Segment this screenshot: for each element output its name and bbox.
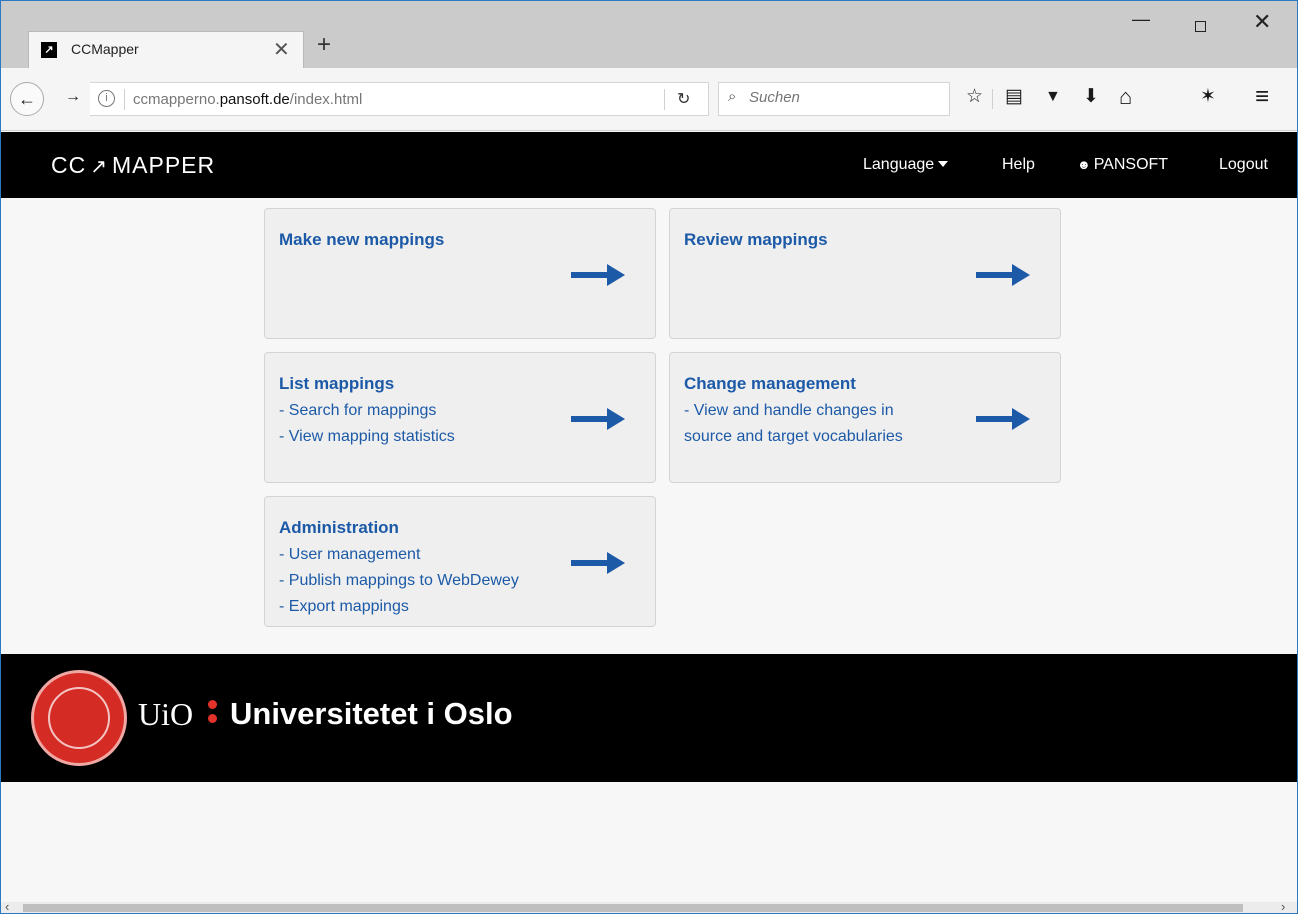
logout-link[interactable]: Logout: [1219, 156, 1268, 174]
card-lines: - View and handle changes in source and …: [684, 398, 903, 450]
toolbar-separator: [992, 89, 993, 109]
card-title[interactable]: Review mappings: [684, 230, 828, 250]
horizontal-scrollbar[interactable]: ‹ ›: [1, 899, 1297, 913]
card-title[interactable]: Change management: [684, 374, 856, 394]
reload-separator: [664, 89, 665, 110]
uio-colon-icon: [208, 700, 217, 728]
arrow-right-icon[interactable]: [571, 408, 627, 430]
arrow-right-icon[interactable]: [976, 408, 1032, 430]
card-link-view-changes-cont[interactable]: source and target vocabularies: [684, 424, 903, 450]
card-lines: - User management - Publish mappings to …: [279, 542, 519, 620]
new-tab-button[interactable]: +: [317, 31, 331, 59]
site-info-icon[interactable]: i: [98, 90, 115, 107]
card-review-mappings[interactable]: Review mappings: [669, 208, 1061, 339]
help-link[interactable]: Help: [1002, 156, 1035, 174]
scroll-left-icon[interactable]: ‹: [5, 899, 9, 913]
app-header: CC ↗ MAPPER Language Help ☻ PANSOFT Logout: [1, 132, 1297, 198]
arrow-right-icon[interactable]: [571, 264, 627, 286]
card-administration[interactable]: Administration - User management - Publi…: [264, 496, 656, 627]
card-make-new-mappings[interactable]: Make new mappings: [264, 208, 656, 339]
forward-button[interactable]: →: [65, 88, 81, 106]
card-link-user-management[interactable]: - User management: [279, 542, 519, 568]
browser-window: ↗ CCMapper ✕ + — ✕ ← → i ccmapperno.pans…: [0, 0, 1298, 914]
uio-short-name: UiO: [138, 696, 194, 732]
url-prefix: ccmapperno.: [133, 91, 220, 108]
url-text[interactable]: ccmapperno.pansoft.de/index.html: [133, 91, 362, 108]
card-link-publish-webdewey[interactable]: - Publish mappings to WebDewey: [279, 568, 519, 594]
url-separator: [124, 89, 125, 110]
search-input[interactable]: [749, 89, 939, 106]
user-menu[interactable]: ☻ PANSOFT: [1077, 156, 1168, 174]
reading-list-icon[interactable]: ▤: [1005, 87, 1023, 107]
url-host: pansoft.de: [219, 91, 290, 108]
download-icon[interactable]: ⬇: [1083, 87, 1099, 107]
window-close-button[interactable]: ✕: [1253, 9, 1271, 35]
navigation-toolbar: ← → i ccmapperno.pansoft.de/index.html ↻…: [1, 68, 1297, 131]
user-name: PANSOFT: [1093, 156, 1169, 173]
uio-seal-icon: [31, 670, 127, 766]
seal-inner-ring: [48, 687, 110, 749]
caret-down-icon: [938, 161, 949, 167]
user-icon: ☻: [1077, 157, 1091, 172]
logo-left-text: CC: [51, 152, 87, 178]
university-name: Universitetet i Oslo: [230, 696, 513, 731]
arrow-right-icon[interactable]: [571, 552, 627, 574]
language-dropdown[interactable]: Language: [863, 156, 949, 174]
card-title[interactable]: Make new mappings: [279, 230, 444, 250]
extension-icon[interactable]: ✶: [1200, 87, 1216, 107]
card-title[interactable]: List mappings: [279, 374, 394, 394]
logo-mark-icon: ↗: [90, 156, 108, 178]
language-label: Language: [863, 156, 935, 173]
tab-title: CCMapper: [71, 41, 139, 57]
footer: UiO Universitetet i Oslo: [1, 654, 1297, 782]
card-change-management[interactable]: Change management - View and handle chan…: [669, 352, 1061, 483]
card-link-search[interactable]: - Search for mappings: [279, 398, 455, 424]
ccmapper-favicon-icon: ↗: [41, 42, 57, 58]
pocket-icon[interactable]: ▼: [1045, 87, 1061, 107]
minimize-button[interactable]: —: [1132, 9, 1150, 30]
arrow-right-icon[interactable]: [976, 264, 1032, 286]
bookmark-star-icon[interactable]: ☆: [966, 87, 983, 107]
home-icon[interactable]: ⌂: [1119, 86, 1132, 108]
address-bar[interactable]: i ccmapperno.pansoft.de/index.html ↻: [90, 82, 709, 116]
maximize-button[interactable]: [1195, 21, 1206, 32]
url-path: /index.html: [289, 91, 363, 108]
tab-close-icon[interactable]: ✕: [273, 37, 290, 62]
search-icon: ⌕: [728, 88, 737, 105]
card-list-mappings[interactable]: List mappings - Search for mappings - Vi…: [264, 352, 656, 483]
scroll-right-icon[interactable]: ›: [1281, 899, 1285, 913]
tab-strip: ↗ CCMapper ✕ + — ✕: [1, 1, 1297, 68]
card-link-statistics[interactable]: - View mapping statistics: [279, 424, 455, 450]
back-button[interactable]: ←: [10, 82, 44, 116]
card-link-export[interactable]: - Export mappings: [279, 594, 519, 620]
reload-icon[interactable]: ↻: [677, 89, 690, 109]
card-lines: - Search for mappings - View mapping sta…: [279, 398, 455, 450]
card-link-view-changes[interactable]: - View and handle changes in: [684, 398, 903, 424]
search-bar[interactable]: ⌕: [718, 82, 950, 116]
tab-ccmapper[interactable]: ↗ CCMapper ✕: [28, 31, 304, 68]
cc-mapper-logo[interactable]: CC ↗ MAPPER: [51, 152, 215, 179]
menu-icon[interactable]: ≡: [1255, 85, 1269, 109]
logo-right-text: MAPPER: [112, 152, 216, 178]
card-title[interactable]: Administration: [279, 518, 399, 538]
scrollbar-thumb[interactable]: [23, 904, 1243, 912]
